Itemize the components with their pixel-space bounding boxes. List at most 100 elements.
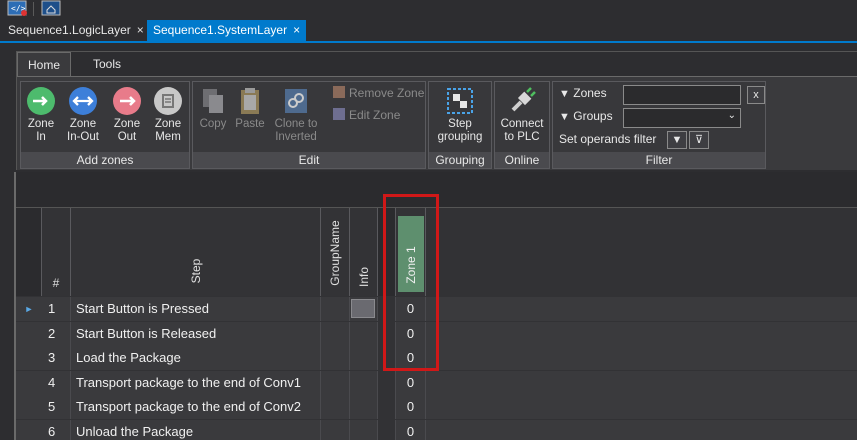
connect-label-1: Connect — [500, 118, 544, 130]
copy-label: Copy — [199, 118, 227, 130]
zone-in-button[interactable]: Zone In — [23, 86, 59, 144]
header-info-label: Info — [356, 266, 371, 288]
cell-groupname[interactable] — [321, 321, 350, 346]
tab-logic-layer[interactable]: Sequence1.LogicLayer × — [2, 20, 150, 41]
cell-groupname[interactable] — [321, 395, 350, 420]
document-tabs: Sequence1.LogicLayer × Sequence1.SystemLa… — [0, 20, 857, 41]
step-grouping-icon — [445, 86, 475, 116]
filter-apply-button[interactable]: ▼ — [667, 131, 687, 149]
funnel-icon: ▼ — [671, 134, 683, 146]
zone-mem-label-1: Zone — [154, 118, 182, 130]
cell-zone-1[interactable]: 0 — [396, 370, 426, 395]
cell-groupname[interactable] — [321, 370, 350, 395]
zone-in-out-label-2: In-Out — [67, 131, 99, 143]
connect-to-plc-button[interactable]: Connect to PLC — [499, 86, 545, 144]
group-filter: ▼ Zones x ▼ Groups ⌄ Set operands filter… — [552, 81, 766, 169]
cell-step[interactable]: Start Button is Pressed — [71, 297, 321, 321]
ribbon: Home Tools ZoneIn ZoneIn-Out ZoneOut — [16, 51, 857, 170]
row-indicator[interactable] — [16, 395, 42, 420]
row-indicator[interactable] — [16, 346, 42, 371]
home-screen-icon[interactable] — [40, 0, 64, 17]
info-box — [351, 299, 375, 318]
cell-info[interactable] — [350, 321, 378, 346]
code-view-icon[interactable]: </> — [6, 0, 30, 17]
zone-in-out-button[interactable]: Zone In-Out — [63, 86, 103, 144]
app-window: </> Sequence1.LogicLayer × Sequence1.Syst… — [0, 0, 857, 440]
cell-num[interactable]: 3 — [42, 346, 71, 371]
edit-zone-button[interactable]: Edit Zone — [333, 108, 400, 122]
cell-empty — [426, 370, 857, 395]
close-icon[interactable]: × — [137, 23, 144, 37]
group-title-add-zones: Add zones — [21, 152, 189, 168]
header-info[interactable]: Info — [350, 208, 378, 296]
step-grouping-button[interactable]: Step grouping — [433, 86, 487, 144]
set-operands-filter-label: Set operands filter — [559, 132, 657, 146]
group-online: Connect to PLC Online — [494, 81, 550, 169]
zones-filter-input[interactable] — [623, 85, 741, 105]
cell-num[interactable]: 2 — [42, 321, 71, 346]
table-row[interactable]: 4 Transport package to the end of Conv1 0 — [16, 370, 857, 395]
groups-filter-dropdown[interactable]: ⌄ — [623, 108, 741, 128]
tab-home[interactable]: Home — [17, 52, 72, 76]
edit-zone-icon — [333, 108, 345, 120]
cell-groupname[interactable] — [321, 297, 350, 321]
cell-num[interactable]: 6 — [42, 420, 71, 440]
cell-zone-1[interactable]: 0 — [396, 395, 426, 420]
row-indicator[interactable] — [16, 321, 42, 346]
row-indicator[interactable]: ► — [16, 297, 42, 321]
cell-step[interactable]: Transport package to the end of Conv1 — [71, 370, 321, 395]
cell-step[interactable]: Transport package to the end of Conv2 — [71, 395, 321, 420]
table-row[interactable]: 5 Transport package to the end of Conv2 0 — [16, 395, 857, 420]
zone-column-highlight — [383, 194, 439, 371]
cell-step[interactable]: Load the Package — [71, 346, 321, 371]
header-step-label: Step — [188, 258, 203, 284]
cell-info[interactable] — [350, 297, 378, 321]
cell-info[interactable] — [350, 395, 378, 420]
zone-out-icon — [112, 86, 142, 116]
cell-groupname[interactable] — [321, 346, 350, 371]
cell-num[interactable]: 1 — [42, 297, 71, 321]
header-groupname-label: GroupName — [328, 220, 342, 286]
groups-filter-label: ▼ Groups — [559, 109, 613, 123]
row-indicator-header — [16, 208, 42, 296]
step-grouping-label-2: grouping — [437, 131, 483, 143]
cell-num[interactable]: 5 — [42, 395, 71, 420]
paste-button[interactable]: Paste — [233, 86, 267, 131]
cell-info[interactable] — [350, 370, 378, 395]
table-row[interactable]: 6 Unload the Package 0 — [16, 420, 857, 440]
cell-info[interactable] — [350, 420, 378, 440]
copy-button[interactable]: Copy — [197, 86, 229, 131]
cell-step[interactable]: Start Button is Released — [71, 321, 321, 346]
tab-system-layer[interactable]: Sequence1.SystemLayer × — [147, 20, 307, 41]
row-indicator[interactable] — [16, 420, 42, 440]
header-groupname[interactable]: GroupName — [321, 208, 350, 296]
filter-clear-button[interactable]: ⊽ — [689, 131, 709, 149]
zone-in-out-label-1: Zone — [69, 118, 97, 130]
remove-zone-button[interactable]: Remove Zone — [333, 86, 424, 100]
top-toolbar: </> — [0, 0, 857, 20]
connect-label-2: to PLC — [504, 131, 540, 143]
cell-info[interactable] — [350, 346, 378, 371]
cell-empty — [426, 395, 857, 420]
groups-label: Groups — [573, 109, 613, 123]
header-step[interactable]: Step — [71, 208, 321, 296]
zone-mem-button[interactable]: Zone Mem — [149, 86, 187, 144]
cell-groupname[interactable] — [321, 420, 350, 440]
step-grouping-label-1: Step — [448, 118, 472, 130]
cell-step[interactable]: Unload the Package — [71, 420, 321, 440]
close-icon[interactable]: × — [293, 23, 300, 37]
row-indicator[interactable] — [16, 370, 42, 395]
clear-zones-filter-button[interactable]: x — [747, 86, 765, 104]
ribbon-body: Zone In Zone In-Out Zone Out Zone Mem Add zo… — [17, 76, 857, 170]
plug-icon — [507, 86, 537, 116]
group-add-zones: Zone In Zone In-Out Zone Out Zone Mem Add zo… — [20, 81, 190, 169]
clone-to-inverted-button[interactable]: Clone to Inverted — [271, 86, 321, 144]
header-num[interactable]: # — [42, 208, 71, 296]
ribbon-tabs: Home Tools — [17, 52, 857, 76]
tab-label: Sequence1.LogicLayer — [8, 23, 131, 37]
cell-num[interactable]: 4 — [42, 370, 71, 395]
tab-tools[interactable]: Tools — [83, 52, 131, 76]
cell-zone-1[interactable]: 0 — [396, 420, 426, 440]
zone-out-button[interactable]: Zone Out — [109, 86, 145, 144]
cell-spacer — [378, 420, 396, 440]
